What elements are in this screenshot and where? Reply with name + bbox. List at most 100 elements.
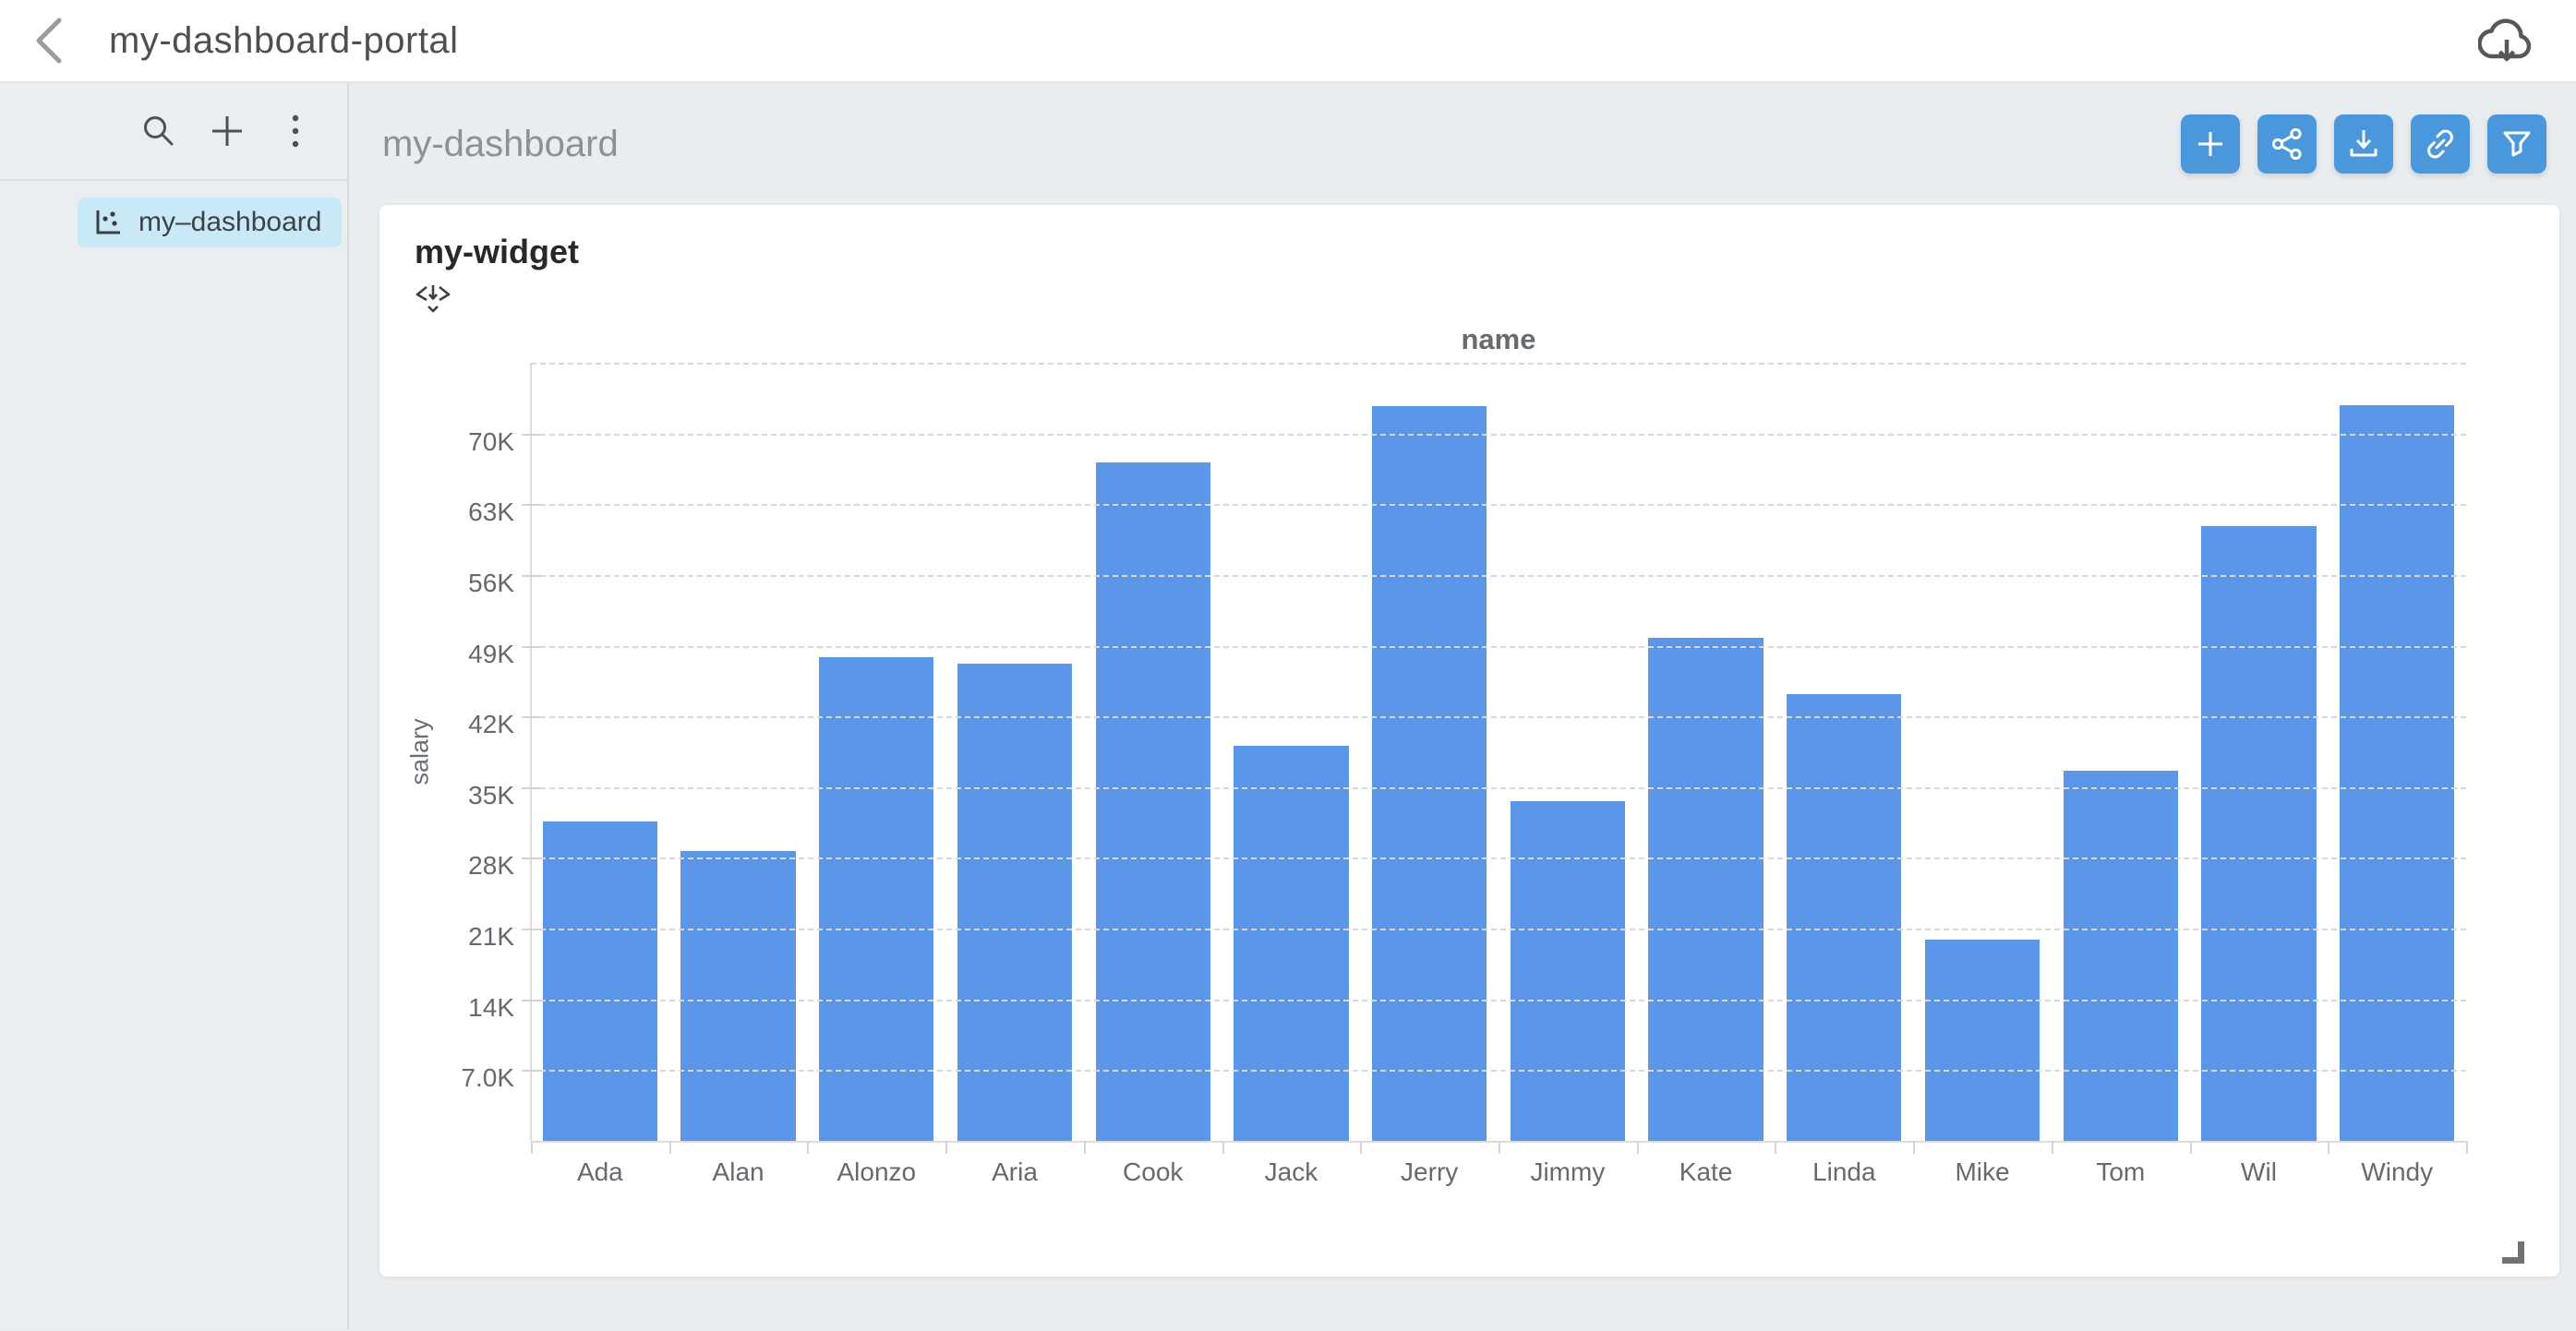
sidebar: my–dashboard — [0, 83, 349, 1329]
x-tick-mark — [1360, 1141, 1362, 1154]
kebab-menu-icon — [291, 113, 300, 150]
widget-card: my-widget name salary 7.0K14K21K28K35K42… — [379, 205, 2559, 1277]
bar-mike[interactable] — [1925, 940, 2040, 1141]
bar-tom[interactable] — [2064, 771, 2178, 1141]
bar-windy[interactable] — [2340, 405, 2454, 1141]
y-tick-label: 28K — [468, 851, 514, 881]
search-button[interactable] — [138, 111, 179, 151]
add-widget-button[interactable] — [2181, 114, 2240, 174]
y-tick-label: 7.0K — [461, 1063, 514, 1093]
y-tick-mark — [522, 575, 540, 577]
add-button[interactable] — [207, 111, 247, 151]
x-tick-mark — [2052, 1141, 2053, 1154]
export-button[interactable] — [2334, 114, 2393, 174]
y-tick-label: 70K — [468, 427, 514, 457]
x-tick-label: Tom — [2052, 1157, 2190, 1187]
gridline — [531, 646, 2466, 648]
gridline — [531, 929, 2466, 930]
bar-kate[interactable] — [1648, 638, 1763, 1141]
x-tick-label: Alonzo — [807, 1157, 945, 1187]
x-tick-mark — [2190, 1141, 2192, 1154]
download-icon — [2346, 126, 2381, 162]
y-tick-label: 21K — [468, 922, 514, 952]
bar-alan[interactable] — [680, 851, 795, 1141]
y-tick-mark — [522, 504, 540, 506]
bar-slot — [1222, 363, 1361, 1141]
x-tick-label: Cook — [1084, 1157, 1222, 1187]
y-tick-mark — [522, 646, 540, 648]
sidebar-toolbar — [0, 83, 347, 181]
y-tick-label: 35K — [468, 781, 514, 810]
widget-drag-handle[interactable] — [413, 281, 453, 316]
gridline — [531, 434, 2466, 436]
back-button[interactable] — [28, 19, 70, 62]
y-tick-mark — [522, 716, 540, 718]
y-tick-label: 49K — [468, 640, 514, 669]
bar-slot — [945, 363, 1084, 1141]
y-tick-mark — [522, 1000, 540, 1001]
search-icon — [141, 114, 176, 149]
x-tick-label: Ada — [531, 1157, 669, 1187]
x-tick-label: Kate — [1637, 1157, 1776, 1187]
bar-slot — [2328, 363, 2466, 1141]
x-tick-label: Linda — [1775, 1157, 1913, 1187]
bar-jerry[interactable] — [1372, 406, 1487, 1141]
x-tick-label: Jimmy — [1499, 1157, 1637, 1187]
y-tick-label: 56K — [468, 569, 514, 598]
share-button[interactable] — [2257, 114, 2317, 174]
cloud-download-icon — [2478, 18, 2535, 64]
bar-linda[interactable] — [1787, 694, 1901, 1141]
x-tick-mark — [1913, 1141, 1915, 1154]
resize-handle-icon[interactable] — [2502, 1241, 2524, 1264]
x-tick-label: Jerry — [1360, 1157, 1499, 1187]
plus-icon — [2194, 127, 2227, 161]
y-axis-title: salary — [392, 363, 448, 1141]
back-icon — [33, 17, 65, 65]
x-tick-label: Alan — [669, 1157, 808, 1187]
bar-ada[interactable] — [543, 821, 657, 1141]
bar-series — [531, 363, 2466, 1141]
y-tick-label: 14K — [468, 993, 514, 1023]
x-tick-label: Windy — [2328, 1157, 2466, 1187]
dashboard-tree: my–dashboard — [0, 181, 347, 247]
x-axis-labels: AdaAlanAlonzoAriaCookJackJerryJimmyKateL… — [531, 1157, 2466, 1187]
gridline — [531, 1000, 2466, 1001]
bar-slot — [1084, 363, 1222, 1141]
bar-slot — [1499, 363, 1637, 1141]
y-tick-mark — [522, 857, 540, 859]
x-tick-mark — [1222, 1141, 1224, 1154]
bar-wil[interactable] — [2201, 526, 2316, 1141]
chart-plot-area: 7.0K14K21K28K35K42K49K56K63K70K — [531, 363, 2466, 1141]
bar-slot — [1360, 363, 1499, 1141]
gridline — [531, 716, 2466, 718]
dashboard-toolbar — [2181, 114, 2546, 174]
y-tick-mark — [522, 434, 540, 436]
gridline — [531, 575, 2466, 577]
widget-title: my-widget — [415, 233, 579, 271]
main-panel: my-dashboard — [349, 83, 2576, 1329]
bar-slot — [1637, 363, 1776, 1141]
x-tick-mark — [669, 1141, 671, 1154]
x-tick-label: Mike — [1913, 1157, 2052, 1187]
more-options-button[interactable] — [275, 111, 316, 151]
filter-button[interactable] — [2487, 114, 2546, 174]
gridline — [531, 504, 2466, 506]
bar-jack[interactable] — [1234, 746, 1348, 1141]
x-tick-label: Wil — [2190, 1157, 2329, 1187]
bar-alonzo[interactable] — [819, 657, 933, 1141]
x-tick-label: Jack — [1222, 1157, 1361, 1187]
gridline — [531, 787, 2466, 789]
link-button[interactable] — [2411, 114, 2470, 174]
x-tick-mark — [531, 1141, 533, 1154]
y-tick-mark — [522, 787, 540, 789]
bar-slot — [1913, 363, 2052, 1141]
sidebar-item-my-dashboard[interactable]: my–dashboard — [78, 198, 342, 247]
bar-jimmy[interactable] — [1511, 801, 1625, 1141]
bar-slot — [669, 363, 808, 1141]
drag-handle-icon — [413, 281, 453, 316]
cloud-download-button[interactable] — [2478, 18, 2535, 64]
chart-icon — [92, 207, 124, 238]
bar-cook[interactable] — [1096, 462, 1210, 1141]
x-tick-mark — [1775, 1141, 1776, 1154]
chart-title: name — [531, 323, 2466, 356]
